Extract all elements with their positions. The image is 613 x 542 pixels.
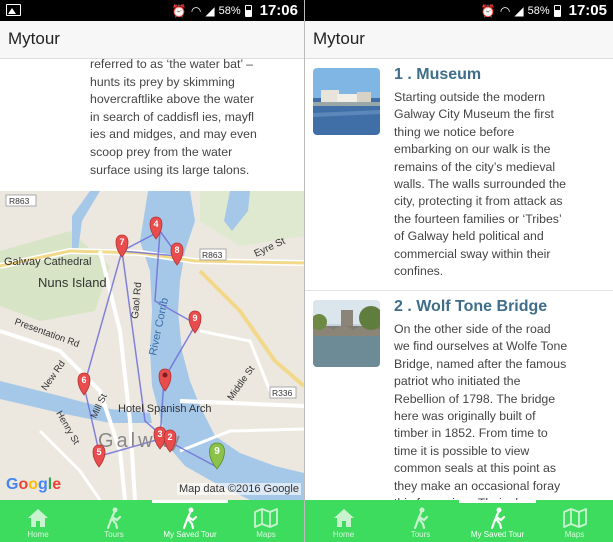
svg-text:8: 8 (174, 245, 179, 255)
map-label-hotel: Hotel Spanish Arch (118, 403, 212, 415)
nav-maps[interactable]: Maps (536, 500, 613, 542)
nav-maps-label: Maps (564, 530, 585, 539)
nav-my-saved-tour-label: My Saved Tour (470, 530, 525, 539)
nav-my-saved-tour-label: My Saved Tour (163, 530, 217, 539)
walking-icon (489, 506, 507, 530)
image-notification-icon (6, 4, 21, 16)
screen: ⏰ ◠ ◢ 58% 17:06 Mytour referred to as ‘t… (0, 0, 613, 542)
battery-percent: 58% (218, 4, 241, 17)
svg-text:5: 5 (96, 447, 101, 457)
battery-percent: 58% (527, 4, 550, 17)
svg-text:6: 6 (81, 375, 86, 385)
clock: 17:05 (568, 2, 607, 19)
map-label-nuns-island: Nuns Island (38, 275, 107, 290)
walking-icon (181, 506, 199, 530)
svg-text:4: 4 (153, 219, 158, 229)
nav-home-label: Home (27, 530, 49, 539)
bottom-nav: Home Tours My Saved Tour Maps (0, 500, 304, 542)
tour-stop-item[interactable]: 1 . Museum Starting outside the modern G… (305, 59, 613, 291)
clock: 17:06 (259, 2, 298, 19)
nav-tours[interactable]: Tours (76, 500, 152, 542)
nav-home[interactable]: Home (305, 500, 382, 542)
description-text: referred to as ‘the water bat’ – hunts i… (90, 57, 257, 177)
stop-description: referred to as ‘the water bat’ – hunts i… (0, 57, 304, 191)
nav-my-saved-tour[interactable]: My Saved Tour (152, 500, 228, 542)
svg-text:7: 7 (119, 237, 124, 247)
left-screen: ⏰ ◠ ◢ 58% 17:06 Mytour referred to as ‘t… (0, 0, 304, 542)
stop-thumbnail (313, 68, 380, 135)
status-bar: ⏰ ◠ ◢ 58% 17:06 (0, 0, 304, 21)
nav-my-saved-tour[interactable]: My Saved Tour (459, 500, 536, 542)
walking-icon (412, 506, 430, 530)
app-title: Mytour (313, 29, 365, 48)
stop-text: Starting outside the modern Galway City … (394, 90, 567, 279)
nav-tours-label: Tours (410, 530, 431, 539)
map-attribution[interactable]: Map data ©2016 Google (176, 483, 301, 495)
map-label-cathedral: Galway Cathedral (4, 256, 91, 268)
map-icon (254, 506, 278, 530)
alarm-icon: ⏰ (480, 3, 496, 18)
svg-text:9: 9 (214, 446, 220, 457)
stop-title[interactable]: 2 . Wolf Tone Bridge (394, 298, 547, 316)
status-bar: ⏰ ◠ ◢ 58% 17:05 (305, 0, 613, 21)
nav-home[interactable]: Home (0, 500, 76, 542)
app-bar: Mytour (305, 21, 613, 59)
battery-icon (553, 4, 561, 17)
app-bar: Mytour (0, 21, 304, 59)
map-label-r863-a: R863 (9, 196, 30, 206)
map-label-r336: R336 (272, 388, 293, 398)
stop-thumbnail (313, 300, 380, 367)
right-screen: ⏰ ◠ ◢ 58% 17:05 Mytour 1 . Museum Starti… (305, 0, 613, 542)
nav-tours[interactable]: Tours (382, 500, 459, 542)
bottom-nav: Home Tours My Saved Tour Maps (305, 500, 613, 542)
wifi-icon: ◠ (190, 3, 202, 18)
home-icon (27, 506, 49, 530)
map-icon (562, 506, 587, 530)
nav-maps-label: Maps (256, 530, 276, 539)
tour-stop-item[interactable]: 2 . Wolf Tone Bridge On the other side o… (305, 291, 613, 500)
google-logo: Google (6, 476, 62, 493)
app-title: Mytour (8, 29, 60, 48)
signal-icon: ◢ (514, 3, 524, 18)
nav-tours-label: Tours (104, 530, 124, 539)
signal-icon: ◢ (205, 3, 215, 18)
alarm-icon: ⏰ (171, 3, 187, 18)
svg-text:9: 9 (192, 313, 197, 323)
map-label-r863-b: R863 (202, 250, 223, 260)
tour-map[interactable]: R863 R863 R336 Galway Cathedral Nuns Isl… (0, 191, 304, 500)
stop-text: On the other side of the road we find ou… (394, 322, 568, 500)
wifi-icon: ◠ (499, 3, 511, 18)
nav-maps[interactable]: Maps (228, 500, 304, 542)
svg-text:3: 3 (157, 429, 162, 439)
stop-title[interactable]: 1 . Museum (394, 66, 481, 84)
battery-icon (244, 4, 252, 17)
home-icon (333, 506, 355, 530)
tour-stop-list[interactable]: 1 . Museum Starting outside the modern G… (305, 59, 613, 500)
walking-icon (105, 506, 123, 530)
nav-home-label: Home (332, 530, 355, 539)
svg-text:2: 2 (167, 432, 172, 442)
